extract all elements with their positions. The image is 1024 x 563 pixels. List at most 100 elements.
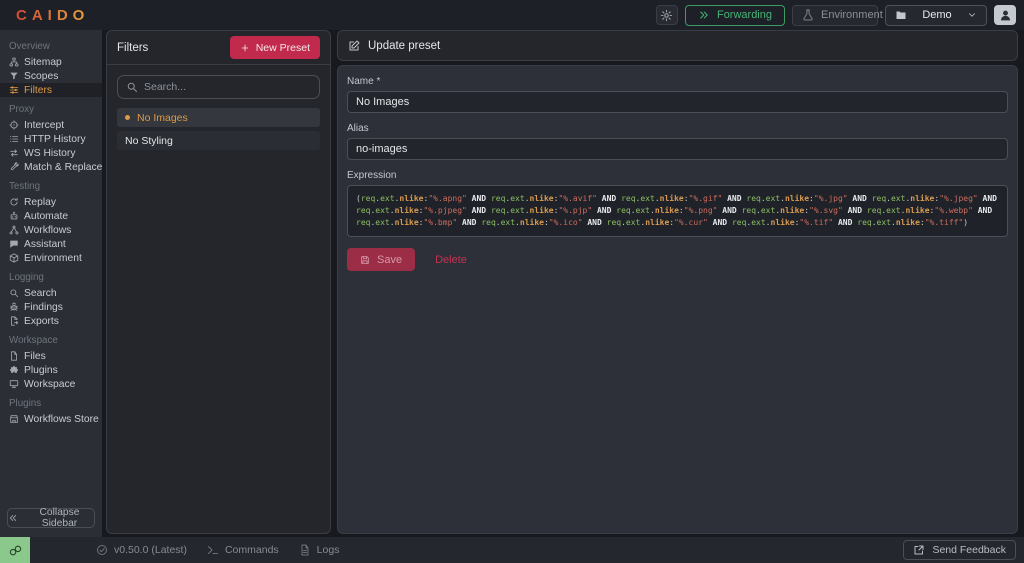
sidebar-item-assistant[interactable]: Assistant (0, 237, 102, 251)
gear-icon (660, 9, 673, 22)
check-circle-icon (96, 544, 108, 556)
project-dropdown-label: Demo (914, 9, 960, 21)
chevrons-left-icon (8, 513, 18, 523)
sidebar-item-plugins[interactable]: Plugins (0, 363, 102, 377)
sidebar-item-label: WS History (24, 148, 76, 159)
wrench-icon (9, 162, 19, 172)
preset-item-no-styling[interactable]: No Styling (117, 131, 320, 150)
project-dropdown[interactable]: Demo (885, 5, 987, 26)
sidebar-item-findings[interactable]: Findings (0, 300, 102, 314)
export-icon (9, 316, 19, 326)
sidebar-item-automate[interactable]: Automate (0, 209, 102, 223)
sidebar-item-replay[interactable]: Replay (0, 195, 102, 209)
new-preset-button[interactable]: New Preset (230, 36, 320, 59)
chat-icon (9, 239, 19, 249)
sidebar-section-plugins: Plugins (0, 391, 102, 412)
list-icon (9, 134, 19, 144)
sidebar-item-sitemap[interactable]: Sitemap (0, 55, 102, 69)
update-preset-form: Name * Alias Expression (req.ext.nlike:"… (337, 65, 1018, 534)
filters-panel-title: Filters (117, 42, 148, 54)
flask-icon (802, 9, 814, 21)
selected-dot-icon (125, 115, 130, 120)
sidebar-item-label: Scopes (24, 71, 58, 82)
sidebar-item-label: Match & Replace (24, 162, 102, 173)
target-icon (9, 120, 19, 130)
collapse-sidebar-button[interactable]: Collapse Sidebar (7, 508, 95, 528)
forwarding-label: Forwarding (717, 9, 772, 21)
expression-editor[interactable]: (req.ext.nlike:"%.apng" AND req.ext.nlik… (347, 185, 1008, 237)
collapse-sidebar-label: Collapse Sidebar (25, 507, 94, 529)
proxy-settings-button[interactable] (656, 5, 678, 25)
send-feedback-button[interactable]: Send Feedback (903, 540, 1016, 560)
forwarding-button[interactable]: Forwarding (685, 5, 785, 26)
swap-icon (9, 148, 19, 158)
sidebar-item-http-history[interactable]: HTTP History (0, 132, 102, 146)
sidebar-item-label: Intercept (24, 120, 64, 131)
logs-button[interactable]: Logs (299, 544, 340, 556)
name-field[interactable] (347, 91, 1008, 113)
preset-search-input[interactable] (144, 81, 311, 93)
preset-item-no-images[interactable]: No Images (117, 108, 320, 127)
link-icon (9, 544, 22, 557)
search-icon (126, 81, 138, 93)
alias-field[interactable] (347, 138, 1008, 160)
sidebar-item-label: Workflows Store (24, 414, 99, 425)
editor-region: Update preset Name * Alias Expression (r… (337, 30, 1018, 534)
sidebar-item-match-replace[interactable]: Match & Replace (0, 160, 102, 174)
plus-icon (240, 43, 250, 53)
edit-icon (348, 40, 360, 52)
filters-panel: Filters New Preset No Images No Styling (106, 30, 331, 534)
save-button[interactable]: Save (347, 248, 415, 271)
save-label: Save (377, 254, 402, 266)
sidebar-item-label: HTTP History (24, 134, 86, 145)
chevron-down-icon (967, 10, 977, 20)
sidebar-item-intercept[interactable]: Intercept (0, 118, 102, 132)
name-label: Name * (347, 76, 1008, 87)
delete-button[interactable]: Delete (435, 254, 467, 266)
nodes-icon (9, 225, 19, 235)
environment-dropdown-label: Environment (821, 9, 883, 21)
sitemap-icon (9, 57, 19, 67)
main-area: OverviewSitemapScopesFiltersProxyInterce… (0, 30, 1024, 537)
form-actions: Save Delete (347, 248, 1008, 271)
sidebar-item-scopes[interactable]: Scopes (0, 69, 102, 83)
user-icon (999, 9, 1012, 22)
sidebar-item-label: Environment (24, 253, 82, 264)
connection-button[interactable] (0, 537, 30, 563)
account-button[interactable] (994, 5, 1016, 25)
sidebar-item-workflows[interactable]: Workflows (0, 223, 102, 237)
sidebar-item-filters[interactable]: Filters (0, 83, 102, 97)
robot-icon (9, 211, 19, 221)
sidebar-item-exports[interactable]: Exports (0, 314, 102, 328)
preset-search[interactable] (117, 75, 320, 99)
logs-icon (299, 544, 311, 556)
sidebar-item-workspace[interactable]: Workspace (0, 377, 102, 391)
external-link-icon (913, 544, 925, 556)
sidebar-item-environment[interactable]: Environment (0, 251, 102, 265)
sliders-icon (9, 85, 19, 95)
sidebar-item-label: Findings (24, 302, 63, 313)
version-label: v0.50.0 (Latest) (114, 544, 187, 556)
sidebar-item-label: Replay (24, 197, 56, 208)
preset-item-label: No Images (137, 112, 188, 124)
preset-item-label: No Styling (125, 135, 173, 147)
sidebar-item-files[interactable]: Files (0, 349, 102, 363)
environment-dropdown[interactable]: Environment (792, 5, 878, 26)
sidebar-section-overview: Overview (0, 34, 102, 55)
logs-label: Logs (317, 544, 340, 556)
save-icon (360, 255, 370, 265)
sidebar-item-label: Search (24, 288, 57, 299)
preset-list: No Images No Styling (107, 108, 330, 154)
sidebar-item-label: Assistant (24, 239, 66, 250)
sidebar-section-logging: Logging (0, 265, 102, 286)
sidebar-item-ws-history[interactable]: WS History (0, 146, 102, 160)
sidebar-section-workspace: Workspace (0, 328, 102, 349)
version-indicator: v0.50.0 (Latest) (96, 544, 187, 556)
commands-button[interactable]: Commands (207, 544, 279, 556)
file-icon (9, 351, 19, 361)
puzzle-icon (9, 365, 19, 375)
sidebar-item-search[interactable]: Search (0, 286, 102, 300)
sidebar-item-workflows-store[interactable]: Workflows Store (0, 412, 102, 426)
funnel-icon (9, 71, 19, 81)
sidebar-nav: OverviewSitemapScopesFiltersProxyInterce… (0, 34, 102, 426)
